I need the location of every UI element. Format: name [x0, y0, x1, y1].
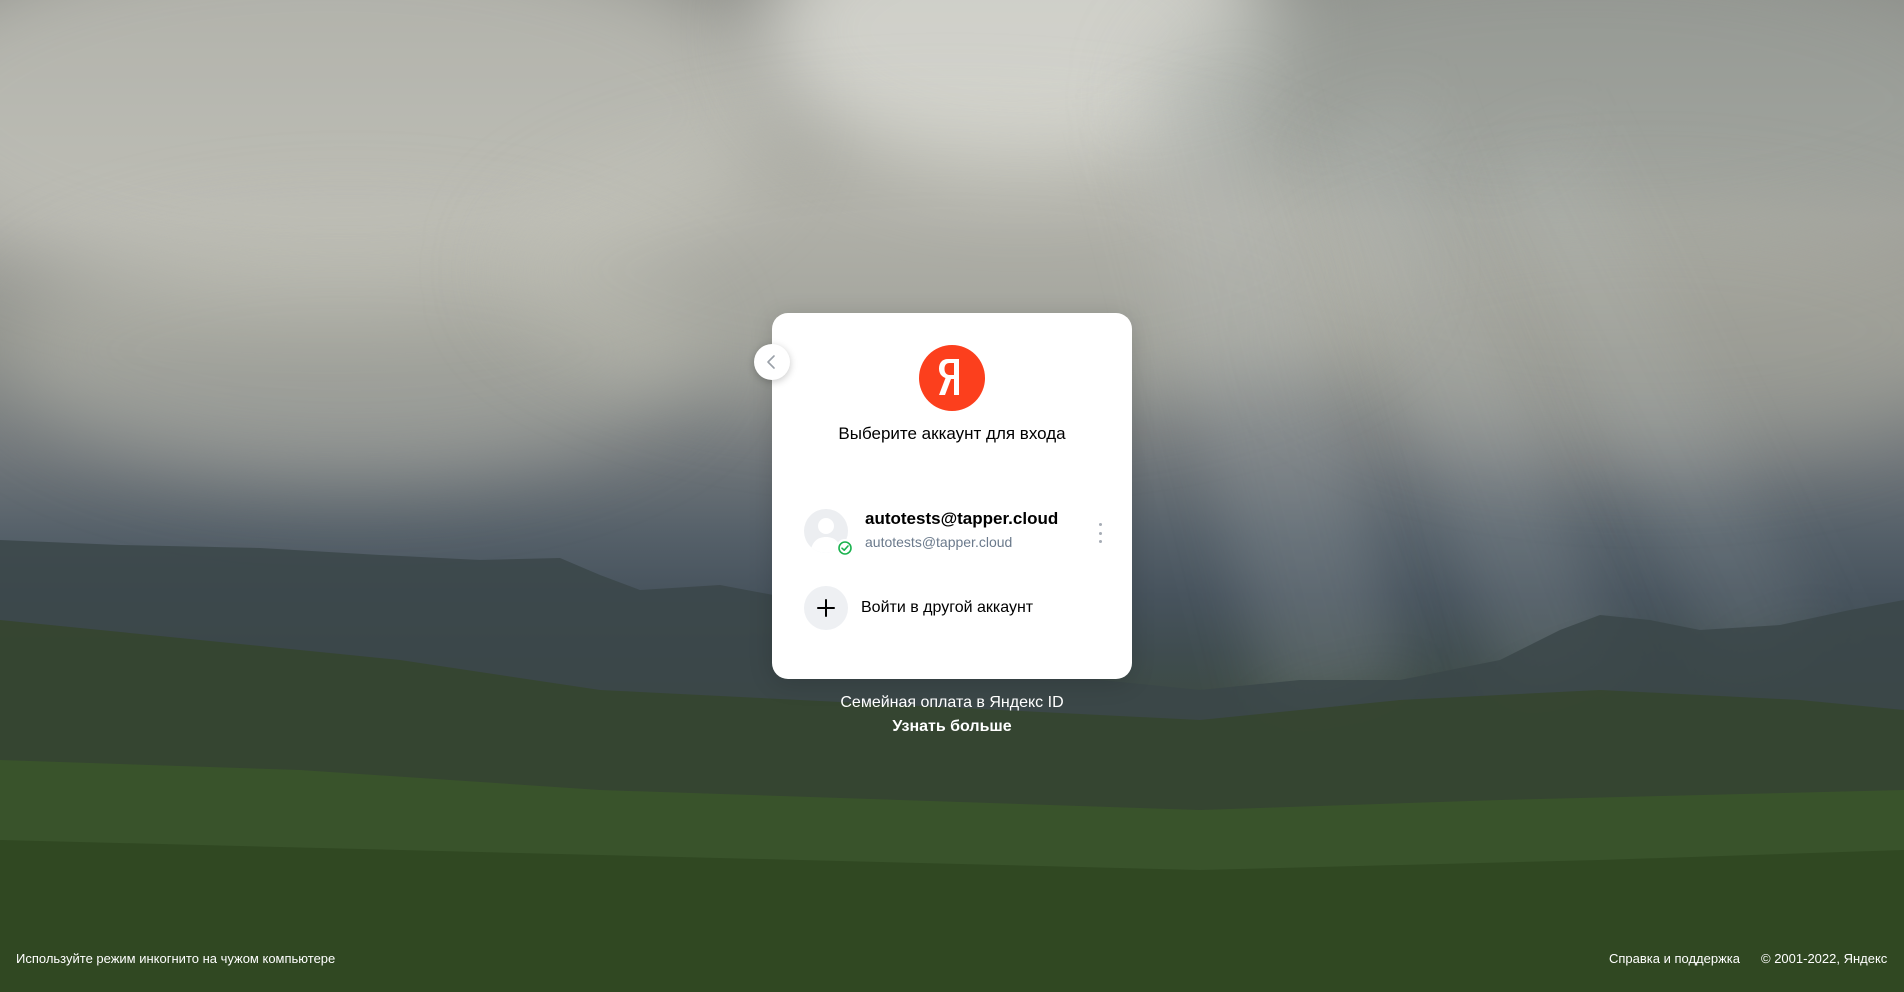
- promo-text: Семейная оплата в Яндекс ID: [840, 694, 1064, 711]
- chevron-left-icon: [767, 355, 775, 369]
- account-email: autotests@tapper.cloud: [865, 534, 1013, 550]
- copyright: © 2001-2022, Яндекс: [1761, 951, 1888, 966]
- add-account-button[interactable]: Войти в другой аккаунт: [786, 581, 1118, 637]
- back-button[interactable]: [754, 344, 790, 380]
- card-title: Выберите аккаунт для входа: [838, 424, 1066, 443]
- account-login: autotests@tapper.cloud: [865, 509, 1059, 528]
- add-account-label: Войти в другой аккаунт: [861, 599, 1034, 616]
- plus-icon: [804, 586, 848, 630]
- promo-learn-more-link[interactable]: Узнать больше: [772, 718, 1132, 736]
- account-picker-card: Выберите аккаунт для входа autotests@tap…: [772, 313, 1132, 679]
- yandex-logo: [919, 345, 985, 411]
- check-circle-icon: [836, 539, 854, 557]
- incognito-hint: Используйте режим инкогнито на чужом ком…: [16, 951, 336, 966]
- help-support-link[interactable]: Справка и поддержка: [1609, 951, 1740, 966]
- account-item[interactable]: autotests@tapper.cloud autotests@tapper.…: [786, 493, 1118, 563]
- more-vertical-icon[interactable]: [1094, 523, 1106, 543]
- yandex-letter-logo: [939, 359, 959, 395]
